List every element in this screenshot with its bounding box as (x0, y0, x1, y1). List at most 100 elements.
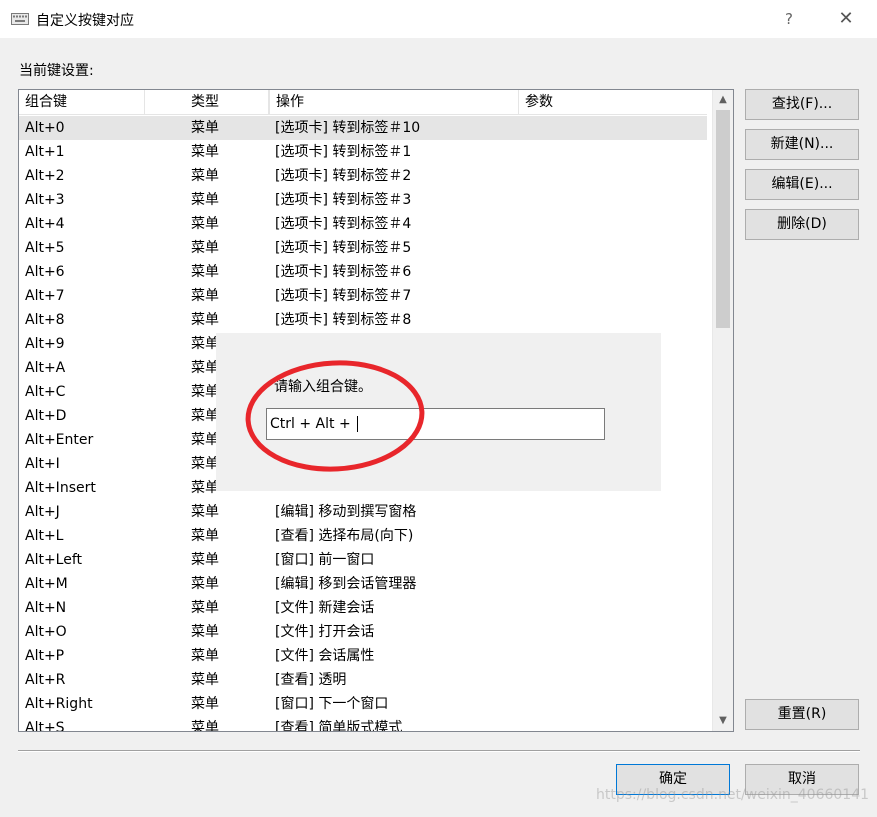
edit-button[interactable]: 编辑(E)... (745, 169, 859, 200)
row-key: Alt+O (25, 624, 67, 640)
row-key: Alt+L (25, 528, 64, 544)
row-type: 菜单 (191, 384, 219, 400)
row-key: Alt+A (25, 360, 66, 376)
row-key: Alt+1 (25, 144, 65, 160)
close-button[interactable]: ✕ (830, 0, 862, 38)
row-type: 菜单 (191, 528, 219, 544)
table-row[interactable]: Alt+7 菜单 [选项卡] 转到标签＃7 (19, 284, 707, 308)
new-button[interactable]: 新建(N)... (745, 129, 859, 160)
table-row[interactable]: Alt+L 菜单 [查看] 选择布局(向下) (19, 524, 707, 548)
row-type: 菜单 (191, 456, 219, 472)
title-bar: 自定义按键对应 ? ✕ (0, 0, 877, 39)
row-type: 菜单 (191, 672, 219, 688)
row-key: Alt+5 (25, 240, 65, 256)
table-row[interactable]: Alt+3 菜单 [选项卡] 转到标签＃3 (19, 188, 707, 212)
row-type: 菜单 (191, 480, 219, 496)
column-header-param[interactable]: 参数 (519, 90, 707, 114)
row-key: Alt+7 (25, 288, 65, 304)
row-action: [选项卡] 转到标签＃10 (275, 120, 421, 136)
table-row[interactable]: Alt+S 菜单 [查看] 简单版式模式 (19, 716, 707, 732)
row-key: Alt+6 (25, 264, 65, 280)
watermark: https://blog.csdn.net/weixin_40660141 (596, 787, 870, 803)
table-row[interactable]: Alt+5 菜单 [选项卡] 转到标签＃5 (19, 236, 707, 260)
table-row[interactable]: Alt+8 菜单 [选项卡] 转到标签＃8 (19, 308, 707, 332)
row-action: [选项卡] 转到标签＃7 (275, 288, 412, 304)
row-key: Alt+S (25, 720, 65, 732)
row-key: Alt+Insert (25, 480, 96, 496)
table-row[interactable]: Alt+1 菜单 [选项卡] 转到标签＃1 (19, 140, 707, 164)
row-type: 菜单 (191, 576, 219, 592)
row-type: 菜单 (191, 408, 219, 424)
row-action: [查看] 选择布局(向下) (275, 528, 414, 544)
row-key: Alt+Enter (25, 432, 94, 448)
list-header: 组合键 类型 操作 参数 (19, 90, 707, 115)
row-type: 菜单 (191, 504, 219, 520)
vertical-scrollbar[interactable]: ▲ ▼ (712, 90, 733, 731)
row-type: 菜单 (191, 240, 219, 256)
row-key: Alt+J (25, 504, 60, 520)
row-type: 菜单 (191, 624, 219, 640)
row-key: Alt+I (25, 456, 60, 472)
separator (18, 750, 860, 752)
row-type: 菜单 (191, 312, 219, 328)
row-action: [选项卡] 转到标签＃4 (275, 216, 412, 232)
table-row[interactable]: Alt+Left 菜单 [窗口] 前一窗口 (19, 548, 707, 572)
scroll-up-arrow-icon[interactable]: ▲ (713, 90, 733, 110)
table-row[interactable]: Alt+0 菜单 [选项卡] 转到标签＃10 (19, 116, 707, 140)
table-row[interactable]: Alt+R 菜单 [查看] 透明 (19, 668, 707, 692)
row-action: [窗口] 前一窗口 (275, 552, 375, 568)
row-key: Alt+Left (25, 552, 83, 568)
row-key: Alt+4 (25, 216, 65, 232)
find-button[interactable]: 查找(F)... (745, 89, 859, 120)
row-type: 菜单 (191, 432, 219, 448)
column-header-key[interactable]: 组合键 (19, 90, 145, 114)
row-action: [选项卡] 转到标签＃1 (275, 144, 412, 160)
row-key: Alt+D (25, 408, 67, 424)
row-action: [编辑] 移动到撰写窗格 (275, 504, 417, 520)
row-key: Alt+M (25, 576, 68, 592)
row-action: [文件] 打开会话 (275, 624, 375, 640)
section-label: 当前键设置: (19, 63, 94, 79)
highlight-ring-annotation (245, 360, 425, 472)
row-action: [查看] 透明 (275, 672, 347, 688)
row-type: 菜单 (191, 600, 219, 616)
row-key: Alt+8 (25, 312, 65, 328)
column-header-type[interactable]: 类型 (185, 90, 269, 114)
row-key: Alt+3 (25, 192, 65, 208)
row-key: Alt+Right (25, 696, 93, 712)
column-header-action[interactable]: 操作 (269, 90, 519, 114)
table-row[interactable]: Alt+6 菜单 [选项卡] 转到标签＃6 (19, 260, 707, 284)
row-action: [窗口] 下一个窗口 (275, 696, 389, 712)
table-row[interactable]: Alt+N 菜单 [文件] 新建会话 (19, 596, 707, 620)
row-action: [选项卡] 转到标签＃6 (275, 264, 412, 280)
scroll-thumb[interactable] (716, 110, 730, 328)
row-type: 菜单 (191, 360, 219, 376)
row-type: 菜单 (191, 168, 219, 184)
row-type: 菜单 (191, 264, 219, 280)
table-row[interactable]: Alt+4 菜单 [选项卡] 转到标签＃4 (19, 212, 707, 236)
table-row[interactable]: Alt+2 菜单 [选项卡] 转到标签＃2 (19, 164, 707, 188)
table-row[interactable]: Alt+J 菜单 [编辑] 移动到撰写窗格 (19, 500, 707, 524)
table-row[interactable]: Alt+O 菜单 [文件] 打开会话 (19, 620, 707, 644)
row-type: 菜单 (191, 288, 219, 304)
row-type: 菜单 (191, 216, 219, 232)
row-key: Alt+N (25, 600, 67, 616)
window-title: 自定义按键对应 (36, 13, 134, 29)
row-action: [选项卡] 转到标签＃8 (275, 312, 412, 328)
help-button[interactable]: ? (776, 0, 802, 38)
row-type: 菜单 (191, 336, 219, 352)
table-row[interactable]: Alt+M 菜单 [编辑] 移到会话管理器 (19, 572, 707, 596)
keyboard-icon (11, 11, 29, 25)
table-row[interactable]: Alt+Right 菜单 [窗口] 下一个窗口 (19, 692, 707, 716)
row-type: 菜单 (191, 696, 219, 712)
scroll-down-arrow-icon[interactable]: ▼ (713, 711, 733, 731)
delete-button[interactable]: 删除(D) (745, 209, 859, 240)
row-type: 菜单 (191, 144, 219, 160)
row-type: 菜单 (191, 648, 219, 664)
row-key: Alt+9 (25, 336, 65, 352)
reset-button[interactable]: 重置(R) (745, 699, 859, 730)
row-key: Alt+0 (25, 120, 65, 136)
row-action: [编辑] 移到会话管理器 (275, 576, 417, 592)
row-key: Alt+C (25, 384, 66, 400)
table-row[interactable]: Alt+P 菜单 [文件] 会话属性 (19, 644, 707, 668)
